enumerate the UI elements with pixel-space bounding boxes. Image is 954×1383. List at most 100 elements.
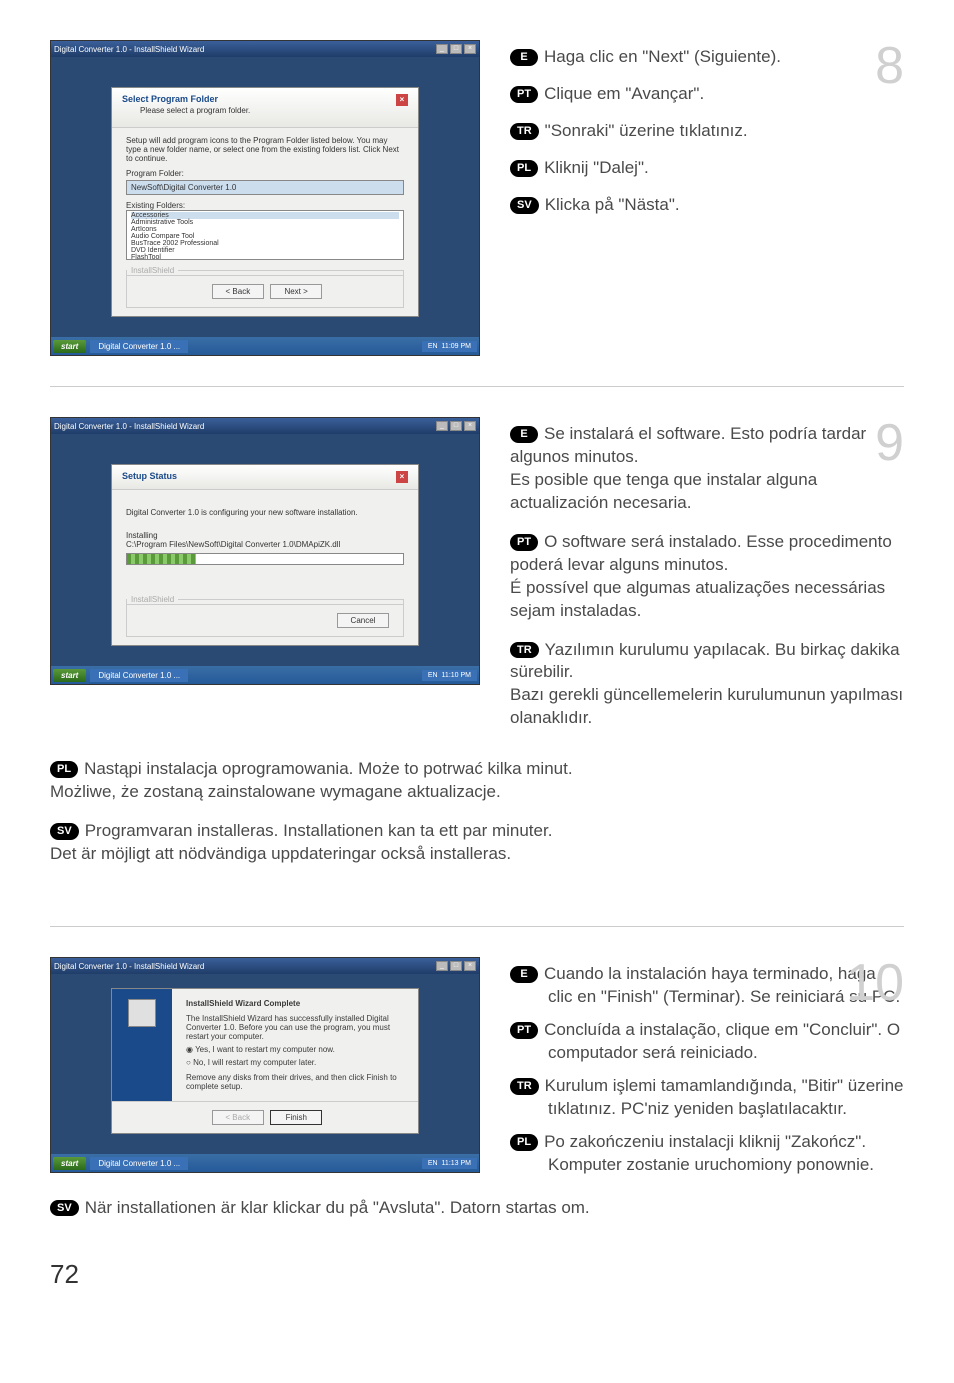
start-button[interactable]: start — [53, 340, 86, 353]
text-e: Se instalará el software. Esto podría ta… — [510, 424, 866, 466]
window-title: Digital Converter 1.0 - InstallShield Wi… — [54, 422, 204, 431]
divider — [50, 386, 904, 387]
lang-badge-pt: PT — [510, 1022, 538, 1039]
step-number-8: 8 — [875, 40, 904, 92]
window-title: Digital Converter 1.0 - InstallShield Wi… — [54, 45, 204, 54]
program-folder-label: Program Folder: — [126, 169, 404, 178]
screenshot-8: Digital Converter 1.0 - InstallShield Wi… — [50, 40, 480, 356]
cancel-button[interactable]: Cancel — [337, 613, 389, 628]
dialog-instruction: Setup will add program icons to the Prog… — [126, 136, 404, 163]
step-9: 9 Digital Converter 1.0 - InstallShield … — [50, 417, 904, 866]
close-icon[interactable]: × — [464, 961, 476, 971]
step-8: 8 Digital Converter 1.0 - InstallShield … — [50, 40, 904, 356]
next-button[interactable]: Next > — [270, 284, 322, 299]
min-icon[interactable]: _ — [436, 421, 448, 431]
radio-restart-now[interactable]: ◉ Yes, I want to restart my computer now… — [186, 1045, 404, 1054]
lang-badge-pt: PT — [510, 534, 538, 551]
lang-badge-tr: TR — [510, 123, 539, 140]
existing-folders-list[interactable]: Accessories Administrative Tools ArtIcon… — [126, 210, 404, 260]
clock: 11:09 PM — [442, 343, 471, 350]
system-tray: EN11:13 PM — [422, 1158, 477, 1169]
max-icon[interactable]: □ — [450, 961, 462, 971]
text-tr: "Sonraki" üzerine tıklatınız. — [545, 121, 748, 140]
lang-badge-e: E — [510, 426, 538, 443]
text-tr2: Bazı gerekli güncellemelerin kurulumunun… — [510, 684, 904, 730]
taskbar: start Digital Converter 1.0 ... EN11:10 … — [51, 666, 479, 684]
text-sv2: Det är möjligt att nödvändiga uppdaterin… — [50, 843, 904, 866]
text-tr: Yazılımın kurulumu yapılacak. Bu birkaç … — [510, 640, 900, 682]
status-line: Digital Converter 1.0 is configuring you… — [126, 508, 404, 517]
progress-bar — [126, 553, 404, 565]
taskbar: start Digital Converter 1.0 ... EN11:09 … — [51, 337, 479, 355]
list-item[interactable]: DVD Identifier — [131, 247, 399, 254]
lang-badge-pt: PT — [510, 86, 538, 103]
complete-text: The InstallShield Wizard has successfull… — [186, 1014, 404, 1041]
list-item[interactable]: BusTrace 2002 Professional — [131, 240, 399, 247]
text-sv: Klicka på "Nästa". — [545, 195, 680, 214]
dialog-title: Setup Status — [122, 471, 177, 483]
installer-dialog: Setup Status × Digital Converter 1.0 is … — [111, 464, 419, 646]
clock: 11:10 PM — [442, 672, 471, 679]
dialog-close-icon[interactable]: × — [396, 94, 408, 106]
text-pl2: Możliwe, że zostaną zainstalowane wymaga… — [50, 781, 904, 804]
text-sv: När installationen är klar klickar du på… — [85, 1198, 590, 1217]
clock: 11:13 PM — [442, 1160, 471, 1167]
installing-label: Installing — [126, 531, 404, 540]
max-icon[interactable]: □ — [450, 44, 462, 54]
lang-badge-sv: SV — [510, 197, 539, 214]
lang-badge-tr: TR — [510, 1078, 539, 1095]
close-icon[interactable]: × — [464, 44, 476, 54]
dialog-subtitle: Please select a program folder. — [122, 104, 260, 121]
taskbar-item[interactable]: Digital Converter 1.0 ... — [90, 669, 188, 682]
text-pt: O software será instalado. Esse procedim… — [510, 532, 892, 574]
taskbar-item[interactable]: Digital Converter 1.0 ... — [90, 340, 188, 353]
dialog-title: Select Program Folder — [122, 94, 260, 104]
max-icon[interactable]: □ — [450, 421, 462, 431]
lang-badge-pl: PL — [510, 160, 538, 177]
finish-button[interactable]: Finish — [270, 1110, 322, 1125]
back-button[interactable]: < Back — [212, 284, 264, 299]
fieldset-label: InstallShield — [127, 266, 178, 275]
taskbar-item[interactable]: Digital Converter 1.0 ... — [90, 1157, 188, 1170]
installing-path: C:\Program Files\NewSoft\Digital Convert… — [126, 540, 404, 549]
step-number-9: 9 — [875, 417, 904, 469]
list-item[interactable]: FlashTool — [131, 254, 399, 260]
lang-badge-tr: TR — [510, 642, 539, 659]
taskbar: start Digital Converter 1.0 ... EN11:13 … — [51, 1154, 479, 1172]
start-button[interactable]: start — [53, 669, 86, 682]
step-10: 10 Digital Converter 1.0 - InstallShield… — [50, 957, 904, 1219]
text-sv: Programvaran installeras. Installationen… — [85, 821, 553, 840]
list-item[interactable]: Audio Compare Tool — [131, 233, 399, 240]
outer-titlebar: Digital Converter 1.0 - InstallShield Wi… — [51, 41, 479, 57]
system-tray: EN11:09 PM — [422, 341, 477, 352]
list-item[interactable]: ArtIcons — [131, 226, 399, 233]
lang-badge-sv: SV — [50, 1200, 79, 1217]
lang-badge-e: E — [510, 966, 538, 983]
back-button: < Back — [212, 1110, 264, 1125]
divider — [50, 926, 904, 927]
existing-folders-label: Existing Folders: — [126, 201, 404, 210]
list-item[interactable]: Accessories — [131, 212, 399, 219]
instructions-9: ESe instalará el software. Esto podría t… — [510, 417, 904, 746]
lang-badge-pl: PL — [510, 1134, 538, 1151]
program-folder-input[interactable]: NewSoft\Digital Converter 1.0 — [126, 180, 404, 195]
min-icon[interactable]: _ — [436, 961, 448, 971]
wizard-side-panel — [112, 989, 172, 1101]
min-icon[interactable]: _ — [436, 44, 448, 54]
remove-disks-text: Remove any disks from their drives, and … — [186, 1073, 404, 1091]
radio-restart-later[interactable]: ○ No, I will restart my computer later. — [186, 1058, 404, 1067]
system-tray: EN11:10 PM — [422, 670, 477, 681]
start-button[interactable]: start — [53, 1157, 86, 1170]
page-number: 72 — [50, 1259, 904, 1290]
text-pt: Clique em "Avançar". — [544, 84, 704, 103]
fieldset-label: InstallShield — [127, 595, 178, 604]
text-pt2: É possível que algumas atualizações nece… — [510, 577, 904, 623]
list-item[interactable]: Administrative Tools — [131, 219, 399, 226]
installer-dialog: Select Program Folder Please select a pr… — [111, 87, 419, 317]
installer-dialog: InstallShield Wizard Complete The Instal… — [111, 988, 419, 1134]
dialog-close-icon[interactable]: × — [396, 471, 408, 483]
screenshot-9: Digital Converter 1.0 - InstallShield Wi… — [50, 417, 480, 746]
close-icon[interactable]: × — [464, 421, 476, 431]
text-e2: Es posible que tenga que instalar alguna… — [510, 469, 904, 515]
window-title: Digital Converter 1.0 - InstallShield Wi… — [54, 962, 204, 971]
